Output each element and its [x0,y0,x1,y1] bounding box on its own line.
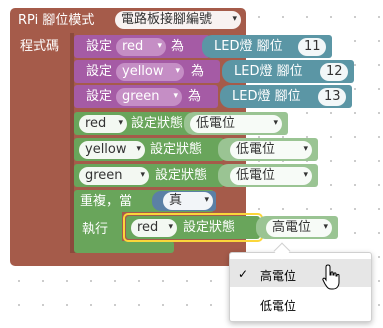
menu-option-high[interactable]: ✓ 高電位 [230,259,371,287]
variable-dropdown-yellow[interactable]: yellow ▾ [116,63,184,81]
state-value: 高電位 [272,220,312,235]
variable-name: red [122,39,144,54]
state-value: 低電位 [236,142,276,157]
state-dropdown[interactable]: 低電位 ▾ [190,115,282,133]
caret-down-icon: ▾ [118,118,123,128]
variable-dropdown-yellow[interactable]: yellow ▾ [79,141,145,159]
caret-down-icon: ▾ [140,170,145,180]
do-label: 執行 [82,222,109,237]
set-state-label: 設定狀態 [155,168,208,183]
state-value: 低電位 [196,116,236,131]
caret-down-icon: ▾ [323,222,328,232]
caret-down-icon: ▾ [303,170,308,180]
set-state-label: 設定狀態 [131,116,184,131]
pin-number: 11 [304,39,321,54]
led-pin-label: LED燈 腳位 [232,89,301,104]
set-state-label: 設定狀態 [183,220,236,235]
pin-number-field[interactable]: 13 [318,88,346,106]
pin-mode-dropdown[interactable]: 電路板接腳編號 ▾ [115,11,241,29]
variable-dropdown-green[interactable]: green ▾ [116,88,182,106]
variable-name: green [122,89,160,104]
variable-dropdown-red[interactable]: red ▾ [116,38,166,56]
caret-down-icon: ▾ [303,144,308,154]
option-label: 高電位 [260,269,297,283]
boolean-value: 真 [169,193,183,208]
hand-pointer-icon [322,264,340,290]
variable-name: red [85,116,107,131]
state-dropdown-open[interactable]: 高電位 ▾ [266,219,332,237]
repeat-label: 重複，當 [80,194,133,209]
caret-down-icon: ▾ [175,66,180,76]
as-keyword: 為 [188,89,202,104]
set-keyword: 設定 [86,39,113,54]
state-dropdown[interactable]: 低電位 ▾ [230,167,312,185]
repeat-bottom [74,241,174,253]
pin-number: 13 [324,89,341,104]
state-dropdown-menu: ✓ 高電位 低電位 [229,252,372,322]
caret-down-icon: ▾ [232,14,237,24]
caret-down-icon: ▾ [157,41,162,51]
set-keyword: 設定 [86,89,113,104]
caret-down-icon: ▾ [204,195,209,205]
led-pin-label: LED燈 腳位 [214,39,283,54]
caret-down-icon: ▾ [173,91,178,101]
pin-number-field[interactable]: 11 [298,38,326,56]
menu-option-low[interactable]: 低電位 [230,289,371,317]
code-section-label: 程式碼 [20,39,60,54]
caret-down-icon: ▾ [273,118,278,128]
set-keyword: 設定 [86,64,113,79]
variable-dropdown-red[interactable]: red ▾ [131,219,177,237]
pin-number-field[interactable]: 12 [320,63,348,81]
pin-mode-value: 電路板接腳編號 [121,12,213,27]
variable-name: yellow [122,64,164,79]
variable-name: red [137,220,159,235]
pin-number: 12 [326,64,343,79]
check-icon: ✓ [238,267,249,281]
led-pin-label: LED燈 腳位 [234,64,303,79]
option-label: 低電位 [260,299,297,313]
variable-dropdown-red[interactable]: red ▾ [79,115,127,133]
caret-down-icon: ▾ [136,144,141,154]
set-state-label: 設定狀態 [150,142,203,157]
variable-name: green [85,168,123,183]
state-value: 低電位 [236,168,276,183]
as-keyword: 為 [171,39,185,54]
variable-dropdown-green[interactable]: green ▾ [79,167,149,185]
state-dropdown[interactable]: 低電位 ▾ [230,141,312,159]
variable-name: yellow [85,142,127,157]
pin-mode-label: RPi 腳位模式 [18,13,95,28]
as-keyword: 為 [191,64,205,79]
caret-down-icon: ▾ [168,222,173,232]
boolean-dropdown[interactable]: 真 ▾ [163,192,213,210]
